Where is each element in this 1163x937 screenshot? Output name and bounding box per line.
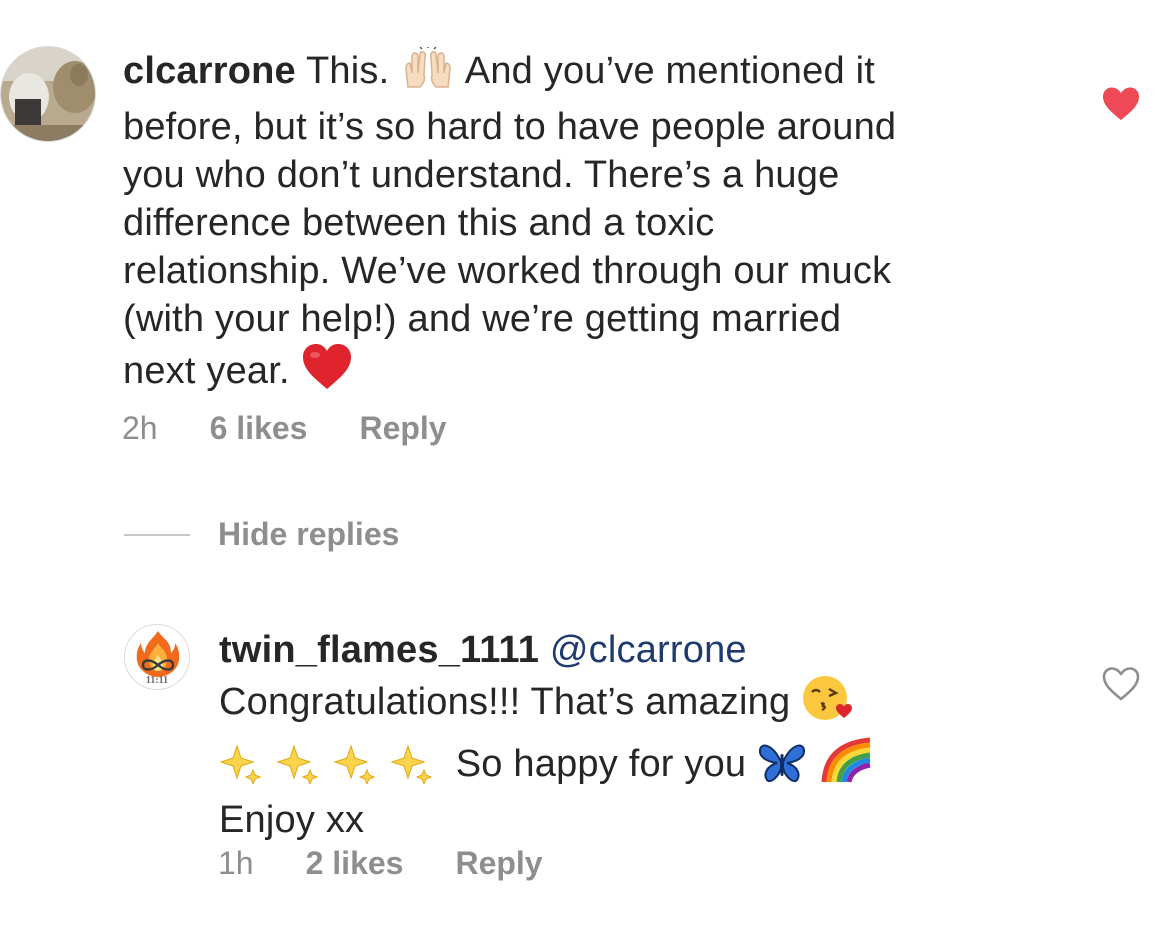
avatar-caption: 11:11: [145, 675, 169, 686]
reply-timestamp: 1h: [218, 845, 254, 881]
comment-timestamp: 2h: [122, 410, 158, 446]
reply-text: twin_flames_1111 @clcarrone Congratulati…: [219, 626, 1039, 844]
comment-meta: 2h 6 likes Reply: [122, 410, 447, 447]
comment-text-line: This.: [305, 50, 390, 92]
heart-icon: [1103, 87, 1139, 120]
comment-text-line: before, but it’s so hard to have people …: [123, 106, 897, 148]
reply-likes-link[interactable]: 2 likes: [306, 845, 404, 882]
reply-text-line: Congratulations!!! That’s amazing: [219, 681, 791, 723]
rainbow-icon: [818, 734, 874, 796]
comment-text-line: next year.: [123, 350, 290, 392]
comment-reply-button[interactable]: Reply: [359, 410, 446, 447]
hide-replies-label: Hide replies: [218, 516, 400, 552]
comment-like-button[interactable]: [1101, 86, 1141, 122]
reply-like-button[interactable]: [1101, 666, 1141, 702]
comment-text-line: And you’ve mentioned it: [464, 50, 875, 92]
comment-username[interactable]: clcarrone: [123, 50, 296, 92]
red-heart-icon: [301, 343, 353, 403]
raising-hands-icon: [400, 46, 456, 103]
comment-text-line: (with your help!) and we’re getting marr…: [123, 298, 842, 340]
sparkles-icon: [219, 740, 445, 796]
divider: [124, 533, 190, 536]
reply-reply-button[interactable]: Reply: [455, 845, 542, 882]
mention-link[interactable]: @clcarrone: [550, 629, 747, 671]
reply-text-line: So happy for you: [455, 743, 747, 785]
heart-outline-icon: [1102, 667, 1140, 701]
hide-replies-button[interactable]: Hide replies: [124, 516, 399, 553]
avatar-photo: [1, 47, 95, 141]
reply-meta: 1h 2 likes Reply: [218, 845, 543, 882]
comment-text-line: relationship. We’ve worked through our m…: [123, 250, 892, 292]
avatar[interactable]: [0, 46, 96, 142]
comment-likes-link[interactable]: 6 likes: [210, 410, 308, 447]
butterfly-icon: [757, 740, 807, 796]
comment-text-line: you who don’t understand. There’s a huge: [123, 154, 840, 196]
kissing-face-icon: [801, 674, 853, 734]
comment-text-line: difference between this and a toxic: [123, 202, 715, 244]
reply-username[interactable]: twin_flames_1111: [219, 629, 539, 671]
avatar[interactable]: 11:11: [124, 624, 190, 690]
comment-text: clcarrone This. And you’ve mentioned it: [123, 46, 1053, 403]
reply-text-line: Enjoy xx: [219, 799, 365, 841]
